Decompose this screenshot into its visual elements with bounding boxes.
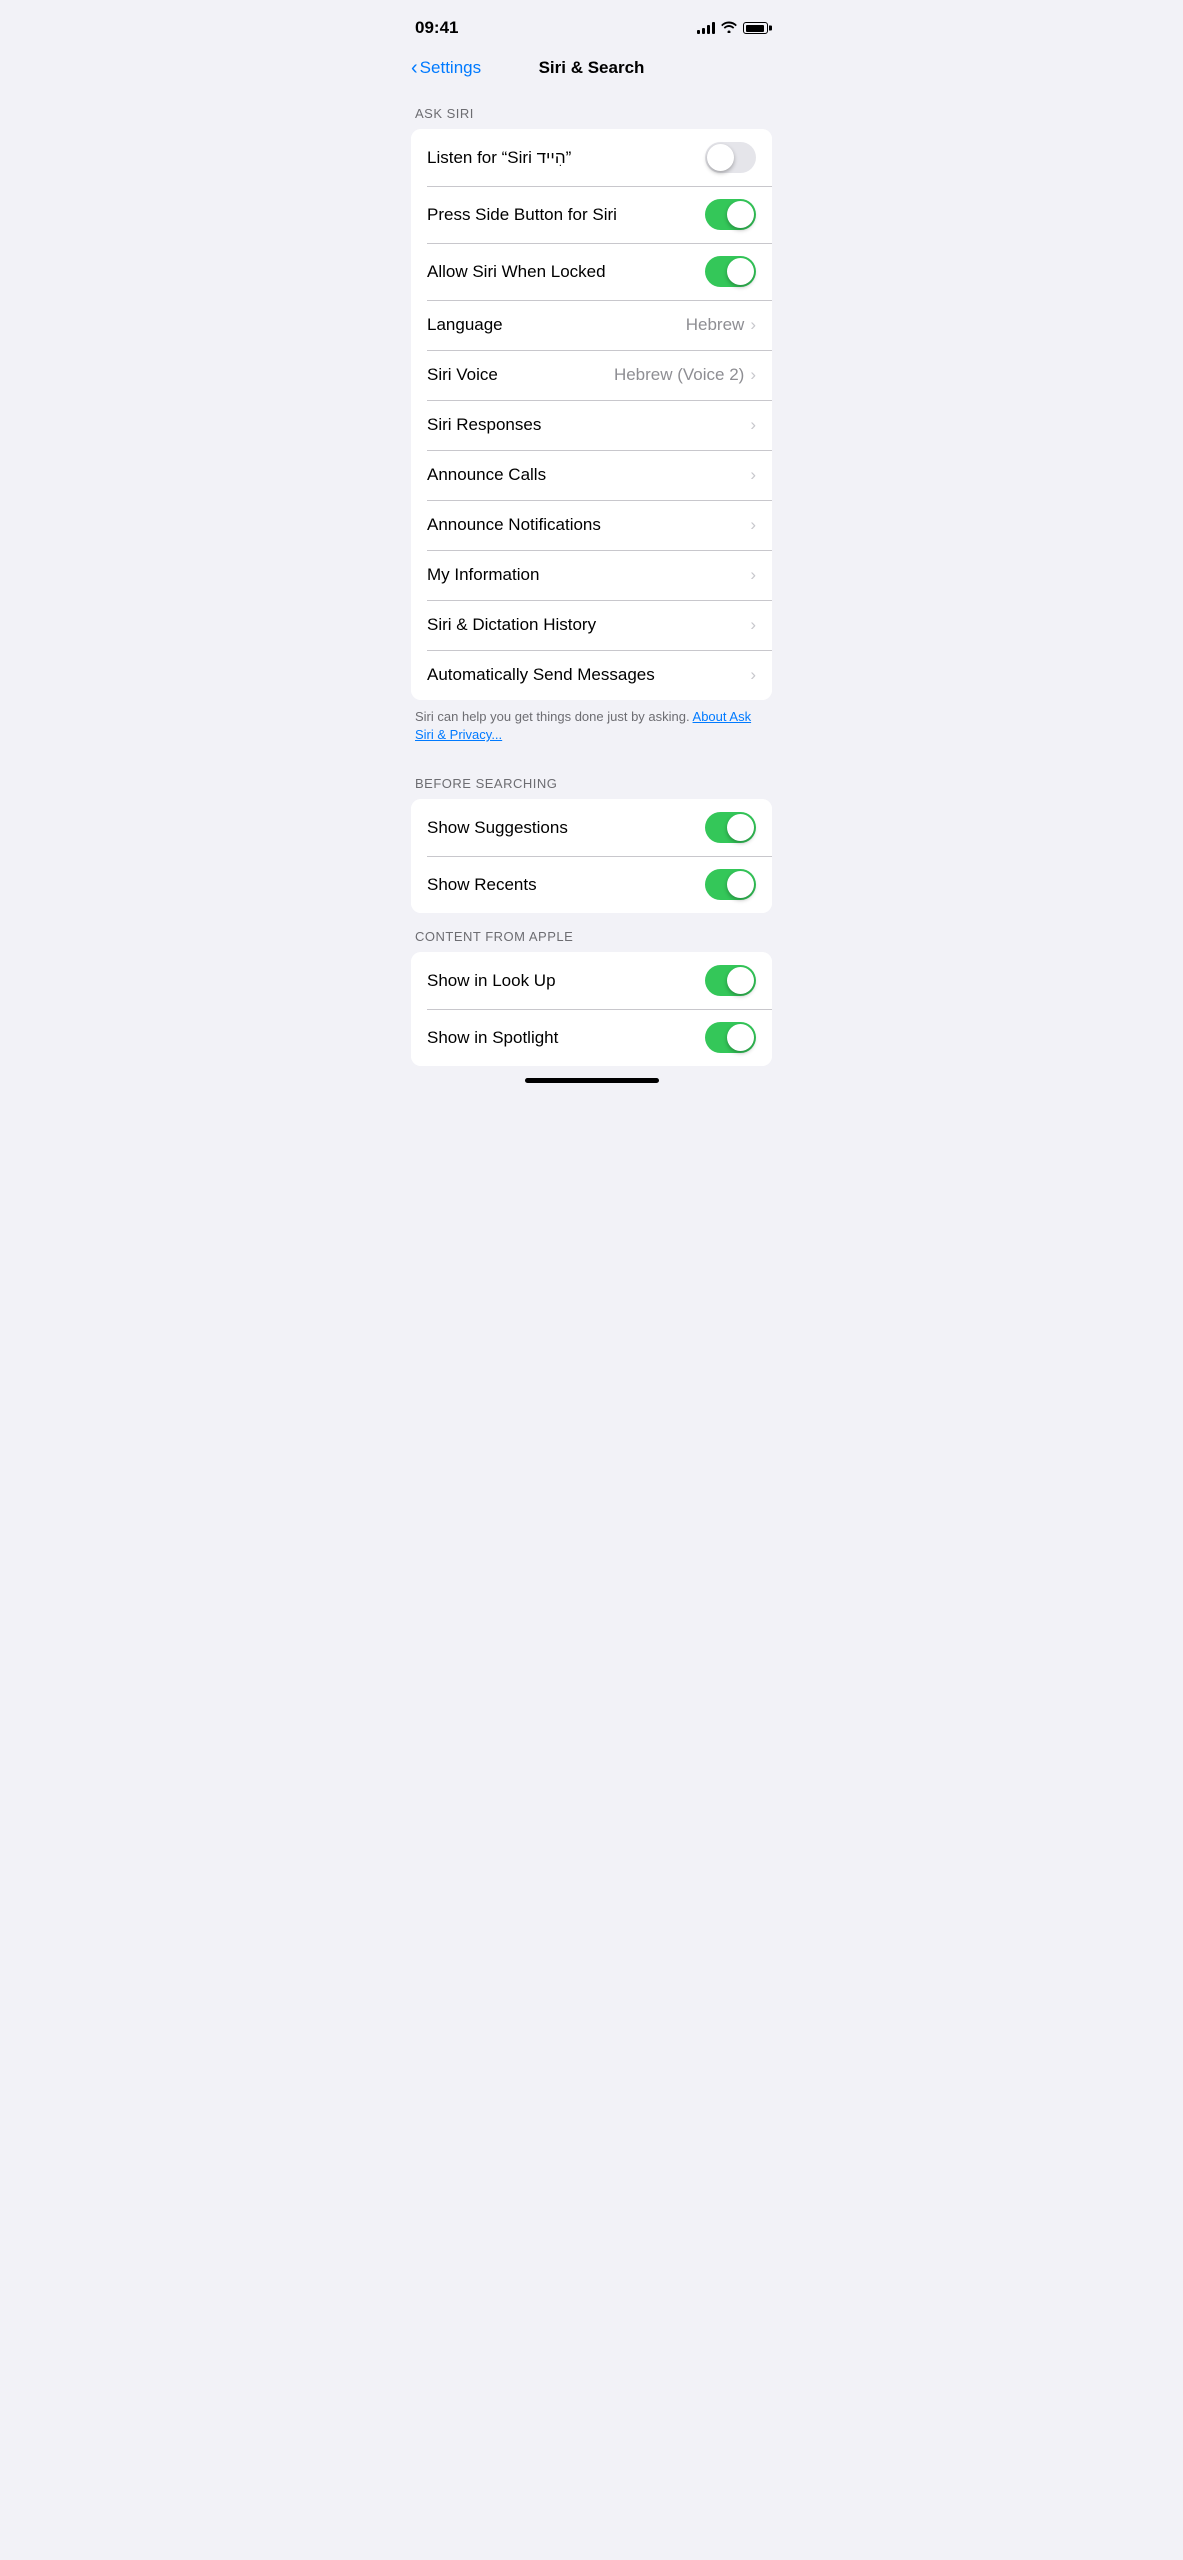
- show-recents-label: Show Recents: [427, 875, 705, 895]
- nav-bar: ‹ Settings Siri & Search: [395, 50, 788, 90]
- siri-voice-row[interactable]: Siri Voice Hebrew (Voice 2) ›: [411, 350, 772, 400]
- language-value: Hebrew: [686, 315, 745, 335]
- status-time: 09:41: [415, 18, 458, 38]
- siri-responses-chevron-icon: ›: [750, 415, 756, 435]
- announce-calls-chevron-icon: ›: [750, 465, 756, 485]
- show-recents-row[interactable]: Show Recents: [411, 856, 772, 913]
- siri-voice-label: Siri Voice: [427, 365, 614, 385]
- press-side-row[interactable]: Press Side Button for Siri: [411, 186, 772, 243]
- siri-dictation-history-label: Siri & Dictation History: [427, 615, 750, 635]
- announce-notifications-label: Announce Notifications: [427, 515, 750, 535]
- ask-siri-section: ASK SIRI Listen for “Siri הִייד” Press S…: [395, 90, 788, 760]
- auto-send-messages-chevron-icon: ›: [750, 665, 756, 685]
- before-searching-header: BEFORE SEARCHING: [395, 760, 788, 799]
- my-information-row[interactable]: My Information ›: [411, 550, 772, 600]
- back-button[interactable]: ‹ Settings: [411, 57, 481, 80]
- battery-icon: [743, 22, 768, 34]
- status-icons: [697, 21, 768, 36]
- show-suggestions-label: Show Suggestions: [427, 818, 705, 838]
- announce-calls-label: Announce Calls: [427, 465, 750, 485]
- page-title: Siri & Search: [539, 58, 645, 78]
- press-side-toggle[interactable]: [705, 199, 756, 230]
- listen-siri-label: Listen for “Siri הִייד”: [427, 148, 705, 168]
- siri-dictation-history-chevron-icon: ›: [750, 615, 756, 635]
- show-recents-toggle[interactable]: [705, 869, 756, 900]
- show-in-spotlight-label: Show in Spotlight: [427, 1028, 705, 1048]
- language-row[interactable]: Language Hebrew ›: [411, 300, 772, 350]
- announce-calls-row[interactable]: Announce Calls ›: [411, 450, 772, 500]
- content-from-apple-section: CONTENT FROM APPLE Show in Look Up Show …: [395, 913, 788, 1066]
- siri-responses-label: Siri Responses: [427, 415, 750, 435]
- show-in-spotlight-row[interactable]: Show in Spotlight: [411, 1009, 772, 1066]
- siri-responses-row[interactable]: Siri Responses ›: [411, 400, 772, 450]
- wifi-icon: [721, 21, 737, 36]
- before-searching-card: Show Suggestions Show Recents: [411, 799, 772, 913]
- status-bar: 09:41: [395, 0, 788, 50]
- my-information-chevron-icon: ›: [750, 565, 756, 585]
- before-searching-section: BEFORE SEARCHING Show Suggestions Show R…: [395, 760, 788, 913]
- back-chevron-icon: ‹: [411, 57, 418, 80]
- language-label: Language: [427, 315, 686, 335]
- press-side-label: Press Side Button for Siri: [427, 205, 705, 225]
- ask-siri-header: ASK SIRI: [395, 90, 788, 129]
- back-label: Settings: [420, 58, 481, 78]
- auto-send-messages-label: Automatically Send Messages: [427, 665, 750, 685]
- show-suggestions-row[interactable]: Show Suggestions: [411, 799, 772, 856]
- language-chevron-icon: ›: [750, 315, 756, 335]
- home-indicator: [525, 1078, 659, 1083]
- content-from-apple-header: CONTENT FROM APPLE: [395, 913, 788, 952]
- announce-notifications-row[interactable]: Announce Notifications ›: [411, 500, 772, 550]
- show-in-look-up-toggle[interactable]: [705, 965, 756, 996]
- signal-bars-icon: [697, 22, 715, 34]
- my-information-label: My Information: [427, 565, 750, 585]
- listen-siri-row[interactable]: Listen for “Siri הִייד”: [411, 129, 772, 186]
- siri-voice-chevron-icon: ›: [750, 365, 756, 385]
- announce-notifications-chevron-icon: ›: [750, 515, 756, 535]
- show-in-look-up-label: Show in Look Up: [427, 971, 705, 991]
- content-from-apple-card: Show in Look Up Show in Spotlight: [411, 952, 772, 1066]
- show-in-spotlight-toggle[interactable]: [705, 1022, 756, 1053]
- show-suggestions-toggle[interactable]: [705, 812, 756, 843]
- allow-locked-row[interactable]: Allow Siri When Locked: [411, 243, 772, 300]
- listen-siri-toggle[interactable]: [705, 142, 756, 173]
- ask-siri-footer: Siri can help you get things done just b…: [395, 700, 788, 760]
- allow-locked-toggle[interactable]: [705, 256, 756, 287]
- ask-siri-card: Listen for “Siri הִייד” Press Side Butto…: [411, 129, 772, 700]
- siri-voice-value: Hebrew (Voice 2): [614, 365, 744, 385]
- allow-locked-label: Allow Siri When Locked: [427, 262, 705, 282]
- show-in-look-up-row[interactable]: Show in Look Up: [411, 952, 772, 1009]
- siri-dictation-history-row[interactable]: Siri & Dictation History ›: [411, 600, 772, 650]
- auto-send-messages-row[interactable]: Automatically Send Messages ›: [411, 650, 772, 700]
